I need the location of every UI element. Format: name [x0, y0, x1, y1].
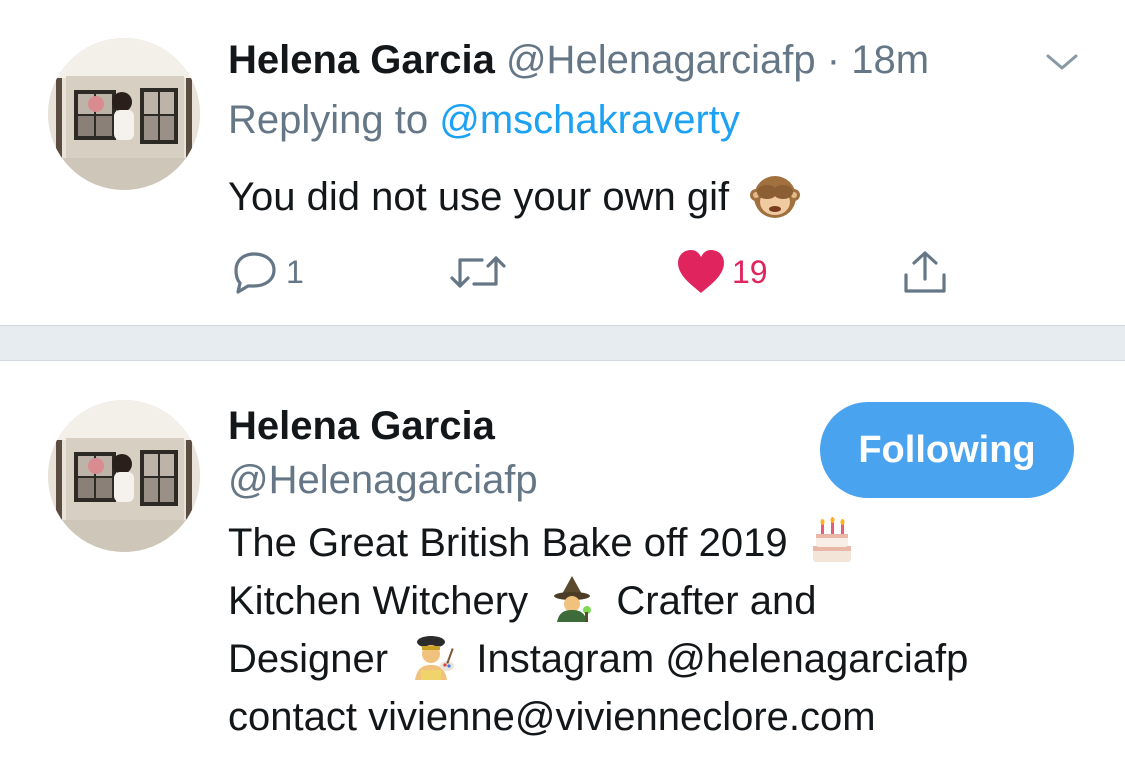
separator-dot: · [826, 38, 841, 82]
tweet-header: Helena Garcia @Helenagarciafp · 18m [228, 36, 929, 84]
share-icon [904, 251, 946, 293]
bio-line: Designer Instagram @helenagarciafp [228, 630, 1108, 688]
bio-text: Designer [228, 637, 389, 681]
author-handle[interactable]: @Helenagarciafp [506, 38, 816, 82]
artist-icon [415, 636, 455, 680]
profile-avatar[interactable] [48, 400, 200, 552]
bio-text: Instagram @helenagarciafp [476, 637, 969, 681]
bio-text: Crafter and [616, 579, 817, 623]
following-button[interactable]: Following [820, 402, 1074, 498]
heart-icon [678, 250, 724, 293]
tweet-card[interactable]: Helena Garcia @Helenagarciafp · 18m Repl… [0, 0, 1125, 325]
retweet-button[interactable] [448, 248, 514, 296]
witch-icon [554, 576, 592, 622]
author-name[interactable]: Helena Garcia [228, 38, 495, 82]
like-count: 19 [732, 253, 768, 290]
see-no-evil-monkey-icon [750, 176, 801, 218]
reply-icon [234, 252, 276, 294]
profile-bio: The Great British Bake off 2019 Kitchen … [228, 514, 1108, 746]
reply-context: Replying to @mschakraverty [228, 96, 740, 144]
reply-count: 1 [286, 253, 304, 290]
like-button[interactable]: 19 [676, 248, 768, 296]
tweet-time[interactable]: 18m [851, 38, 929, 82]
tweet-body: You did not use your own gif [228, 175, 730, 219]
bio-line: contact vivienne@vivienneclore.com [228, 688, 1108, 746]
section-separator [0, 325, 1125, 361]
profile-name[interactable]: Helena Garcia [228, 402, 495, 450]
avatar[interactable] [48, 38, 200, 190]
bio-line: Kitchen Witchery Crafter and [228, 572, 1108, 630]
chevron-down-icon[interactable] [1042, 48, 1082, 76]
reply-to-handle[interactable]: @mschakraverty [439, 98, 740, 142]
profile-handle[interactable]: @Helenagarciafp [228, 456, 538, 504]
reply-prefix: Replying to [228, 98, 429, 142]
profile-card: Helena Garcia @Helenagarciafp Following … [0, 362, 1125, 780]
retweet-icon [450, 256, 506, 288]
share-button[interactable] [900, 248, 950, 296]
tweet-text: You did not use your own gif [228, 170, 801, 221]
bio-text: The Great British Bake off 2019 [228, 521, 788, 565]
bio-text: contact vivienne@vivienneclore.com [228, 695, 876, 739]
birthday-cake-icon [812, 517, 851, 562]
reply-button[interactable]: 1 [228, 248, 304, 296]
bio-text: Kitchen Witchery [228, 579, 529, 623]
bio-line: The Great British Bake off 2019 [228, 514, 1108, 572]
